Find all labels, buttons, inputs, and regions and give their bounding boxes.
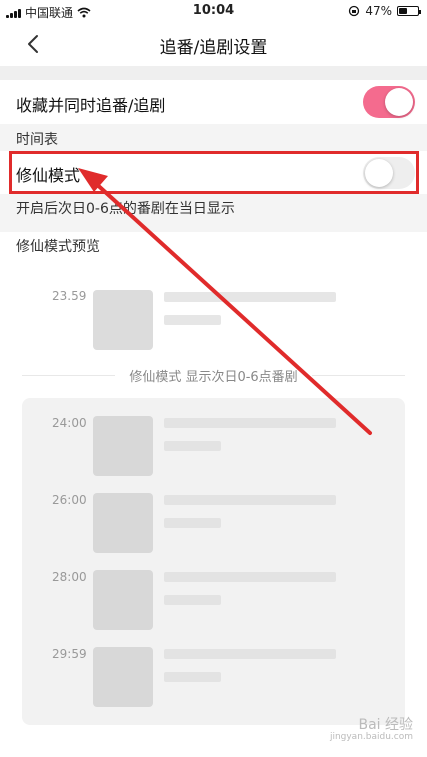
watermark-url: jingyan.baidu.com [329,732,413,743]
watermark-brand: Bai 经验 [358,716,413,733]
collect-follow-toggle[interactable] [363,86,415,118]
page-title: 追番/追剧设置 [159,38,268,58]
preview-subtitle-placeholder [164,315,221,325]
card-time: 26:00 [52,493,87,507]
card-time: 29:59 [52,647,87,661]
card-thumbnail [93,493,153,553]
card-title-placeholder [164,649,336,659]
schedule-section-label: 时间表 [16,132,58,148]
status-bar: 中国联通 10:04 47% [0,0,427,22]
card-thumbnail [93,647,153,707]
card-subtitle-placeholder [164,518,221,528]
preview-section-header: 修仙模式预览 [0,232,427,259]
card-subtitle-placeholder [164,672,221,682]
card-thumbnail [93,570,153,630]
battery-icon [397,6,421,16]
watermark: Bai 经验 jingyan.baidu.com [329,716,413,743]
preview-thumbnail [93,290,153,350]
schedule-section-header: 时间表 [0,124,427,151]
preview-time: 23.59 [52,289,87,303]
preview-title-placeholder [164,292,336,302]
card-title-placeholder [164,572,336,582]
xiuxian-desc-row: 开启后次日0-6点的番剧在当日显示 [0,194,427,232]
card-subtitle-placeholder [164,441,221,451]
highlight-box [9,151,419,194]
nav-bar: 追番/追剧设置 [0,22,427,66]
preview-divider-text: 修仙模式 显示次日0-6点番剧 [129,370,298,385]
card-subtitle-placeholder [164,595,221,605]
battery-percent: 47% [365,4,392,18]
status-right: 47% [348,4,421,18]
xiuxian-mode-description: 开启后次日0-6点的番剧在当日显示 [16,201,235,217]
toggle-knob [385,88,413,116]
section-gap [0,66,427,80]
card-time: 24:00 [52,416,87,430]
preview-section-label: 修仙模式预览 [16,239,100,255]
card-title-placeholder [164,495,336,505]
card-thumbnail [93,416,153,476]
collect-follow-label: 收藏并同时追番/追剧 [16,96,166,115]
rotation-lock-icon [349,5,360,17]
card-time: 28:00 [52,570,87,584]
card-title-placeholder [164,418,336,428]
xiuxian-preview-card: 24:00 26:00 28:00 29:59 [22,398,405,725]
collect-follow-row[interactable]: 收藏并同时追番/追剧 [0,80,427,124]
preview-panel: 23.59 修仙模式 显示次日0-6点番剧 24:00 26:00 28:00 … [0,259,427,757]
